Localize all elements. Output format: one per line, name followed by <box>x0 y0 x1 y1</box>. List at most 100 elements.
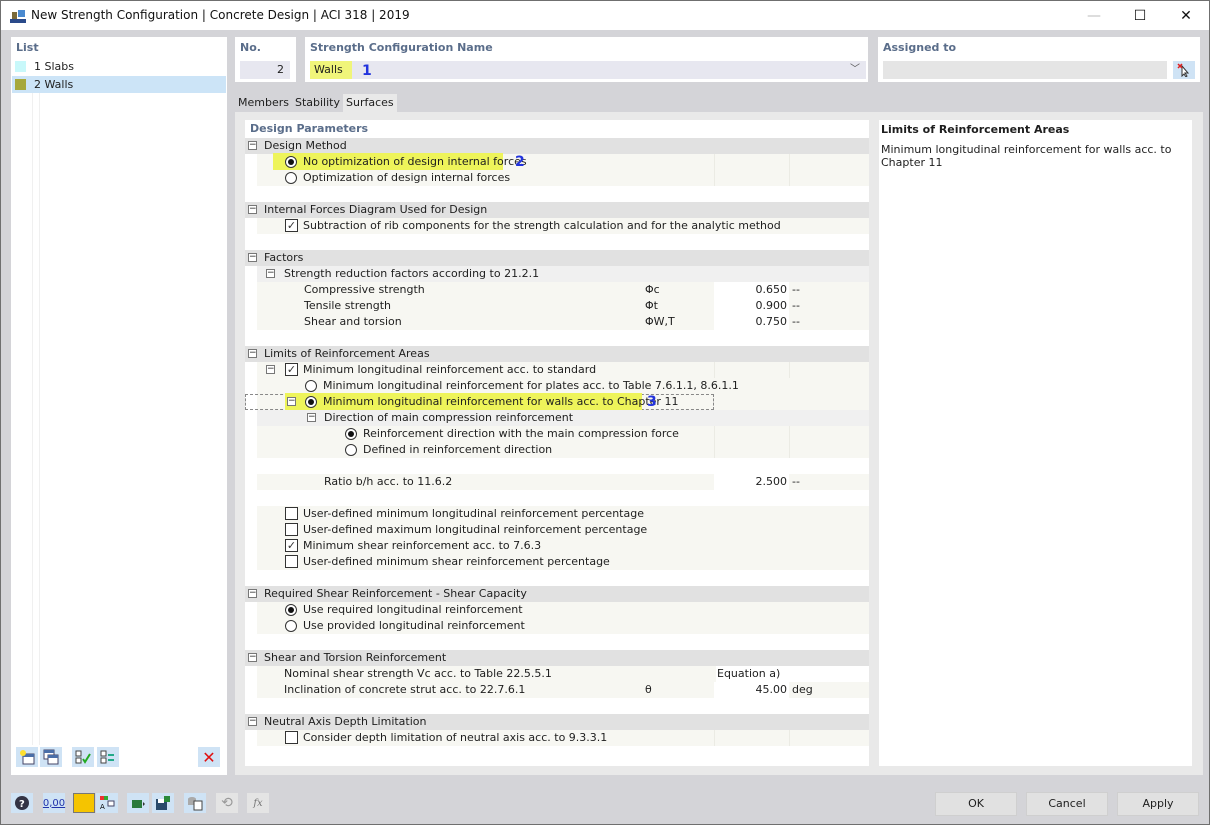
radio-required-long[interactable] <box>285 604 297 616</box>
param-symbol: θ <box>645 683 652 696</box>
formula-icon[interactable]: fx <box>247 793 269 813</box>
apply-button[interactable]: Apply <box>1117 792 1199 816</box>
radio-plates[interactable] <box>305 380 317 392</box>
factor-value[interactable]: 0.750 <box>714 314 789 330</box>
name-combobox[interactable]: Walls ﹀ <box>310 61 866 79</box>
factor-symbol: ΦW,T <box>645 315 675 328</box>
option-label: Use provided longitudinal reinforcement <box>303 619 525 632</box>
tab-stability[interactable]: Stability <box>292 94 343 113</box>
checkbox-rib-subtraction[interactable]: ✓ <box>285 219 298 232</box>
radio-provided-long[interactable] <box>285 620 297 632</box>
radio-walls[interactable] <box>305 396 317 408</box>
collapse-icon[interactable]: − <box>248 589 257 598</box>
radio-no-optimization[interactable] <box>285 156 297 168</box>
option-label: Minimum shear reinforcement acc. to 7.6.… <box>303 539 542 552</box>
factor-value[interactable]: 0.650 <box>714 282 789 298</box>
group-shear-torsion: − Shear and Torsion Reinforcement <box>245 650 869 666</box>
chevron-down-icon[interactable]: ﹀ <box>850 61 860 79</box>
group-required-shear: − Required Shear Reinforcement - Shear C… <box>245 586 869 602</box>
param-label: Inclination of concrete strut acc. to 22… <box>284 683 526 696</box>
collapse-icon[interactable]: − <box>248 653 257 662</box>
nominal-shear-select[interactable]: Equation a) <box>716 666 869 682</box>
collapse-icon[interactable]: − <box>248 205 257 214</box>
factor-label: Compressive strength <box>304 283 425 296</box>
number-field[interactable]: 2 <box>240 61 290 79</box>
toggle-check-icon[interactable] <box>97 747 119 767</box>
option-label: Defined in reinforcement direction <box>363 443 553 456</box>
radio-dir-defined[interactable] <box>345 444 357 456</box>
checkbox-min-shear[interactable]: ✓ <box>285 539 298 552</box>
radio-dir-compression[interactable] <box>345 428 357 440</box>
cancel-button[interactable]: Cancel <box>1026 792 1108 816</box>
check-all-icon[interactable] <box>72 747 94 767</box>
color-icon[interactable] <box>73 793 95 813</box>
param-label: Nominal shear strength Vc acc. to Table … <box>284 667 552 680</box>
group-factors: − Factors <box>245 250 869 266</box>
option-row: User-defined minimum shear reinforcement… <box>257 554 869 570</box>
name-label: Strength Configuration Name <box>310 41 493 54</box>
collapse-icon[interactable]: − <box>248 717 257 726</box>
tab-surfaces[interactable]: Surfaces <box>343 94 397 113</box>
option-row: Use provided longitudinal reinforcement <box>257 618 869 634</box>
subgroup-label: Direction of main compression reinforcem… <box>324 411 574 424</box>
subgroup-direction: − Direction of main compression reinforc… <box>257 410 869 426</box>
ok-button[interactable]: OK <box>935 792 1017 816</box>
maximize-button[interactable]: ☐ <box>1117 1 1163 31</box>
list-item-label: 2 Walls <box>34 78 74 91</box>
database-report-icon[interactable] <box>184 793 206 813</box>
group-neutral-axis: − Neutral Axis Depth Limitation <box>245 714 869 730</box>
option-label: No optimization of design internal force… <box>303 155 527 168</box>
checkbox-neutral-axis[interactable] <box>285 731 298 744</box>
new-icon[interactable] <box>16 747 38 767</box>
copy-icon[interactable] <box>40 747 62 767</box>
close-button[interactable]: ✕ <box>1163 1 1209 31</box>
collapse-icon[interactable]: − <box>248 253 257 262</box>
pick-cursor-icon[interactable] <box>1173 61 1195 79</box>
checkbox-min-long[interactable]: ✓ <box>285 363 298 376</box>
inclination-value[interactable]: 45.00 <box>714 682 789 698</box>
number-format-icon[interactable]: 0,00 <box>43 793 65 813</box>
collapse-icon[interactable]: − <box>266 365 275 374</box>
annotation-1: 1 <box>362 63 372 79</box>
assigned-field[interactable] <box>883 61 1167 79</box>
display-settings-icon[interactable]: A <box>96 793 118 813</box>
ratio-value[interactable]: 2.500 <box>714 474 789 490</box>
factor-row: Shear and torsion ΦW,T 0.750 -- <box>257 314 869 330</box>
help-icon[interactable]: ? <box>11 793 33 813</box>
checkbox-ud-min[interactable] <box>285 507 298 520</box>
minimize-button[interactable]: — <box>1071 1 1117 31</box>
option-row: User-defined minimum longitudinal reinfo… <box>257 506 869 522</box>
load-icon[interactable] <box>127 793 149 813</box>
collapse-icon[interactable]: − <box>307 413 316 422</box>
collapse-icon[interactable]: − <box>287 397 296 406</box>
checkbox-ud-max[interactable] <box>285 523 298 536</box>
delete-icon[interactable]: ✕ <box>198 747 220 767</box>
list-panel: List 1 Slabs 2 Walls ✕ <box>11 37 227 775</box>
option-row: User-defined maximum longitudinal reinfo… <box>257 522 869 538</box>
collapse-icon[interactable]: − <box>248 141 257 150</box>
tab-members[interactable]: Members <box>235 94 292 113</box>
number-label: No. <box>240 41 261 54</box>
ratio-label: Ratio b/h acc. to 11.6.2 <box>324 475 453 488</box>
list-item-label: 1 Slabs <box>34 60 74 73</box>
option-label: User-defined minimum shear reinforcement… <box>303 555 610 568</box>
list-item-walls[interactable]: 2 Walls <box>12 76 226 93</box>
factor-label: Tensile strength <box>304 299 392 312</box>
radio-optimization[interactable] <box>285 172 297 184</box>
window-title: New Strength Configuration | Concrete De… <box>31 8 410 22</box>
option-label: Minimum longitudinal reinforcement acc. … <box>303 363 597 376</box>
save-icon[interactable] <box>152 793 174 813</box>
option-row: ✓ Minimum shear reinforcement acc. to 7.… <box>257 538 869 554</box>
option-label: User-defined minimum longitudinal reinfo… <box>303 507 644 520</box>
ratio-unit: -- <box>792 475 800 488</box>
reset-icon[interactable]: ⟲ <box>216 793 238 813</box>
factor-value[interactable]: 0.900 <box>714 298 789 314</box>
checkbox-ud-min-shear[interactable] <box>285 555 298 568</box>
option-label: User-defined maximum longitudinal reinfo… <box>303 523 648 536</box>
collapse-icon[interactable]: − <box>248 349 257 358</box>
collapse-icon[interactable]: − <box>266 269 275 278</box>
option-row: Minimum longitudinal reinforcement for p… <box>257 378 869 394</box>
list-item-slabs[interactable]: 1 Slabs <box>12 58 226 75</box>
group-limits: − Limits of Reinforcement Areas <box>245 346 869 362</box>
option-row: ✓ Subtraction of rib components for the … <box>257 218 869 234</box>
